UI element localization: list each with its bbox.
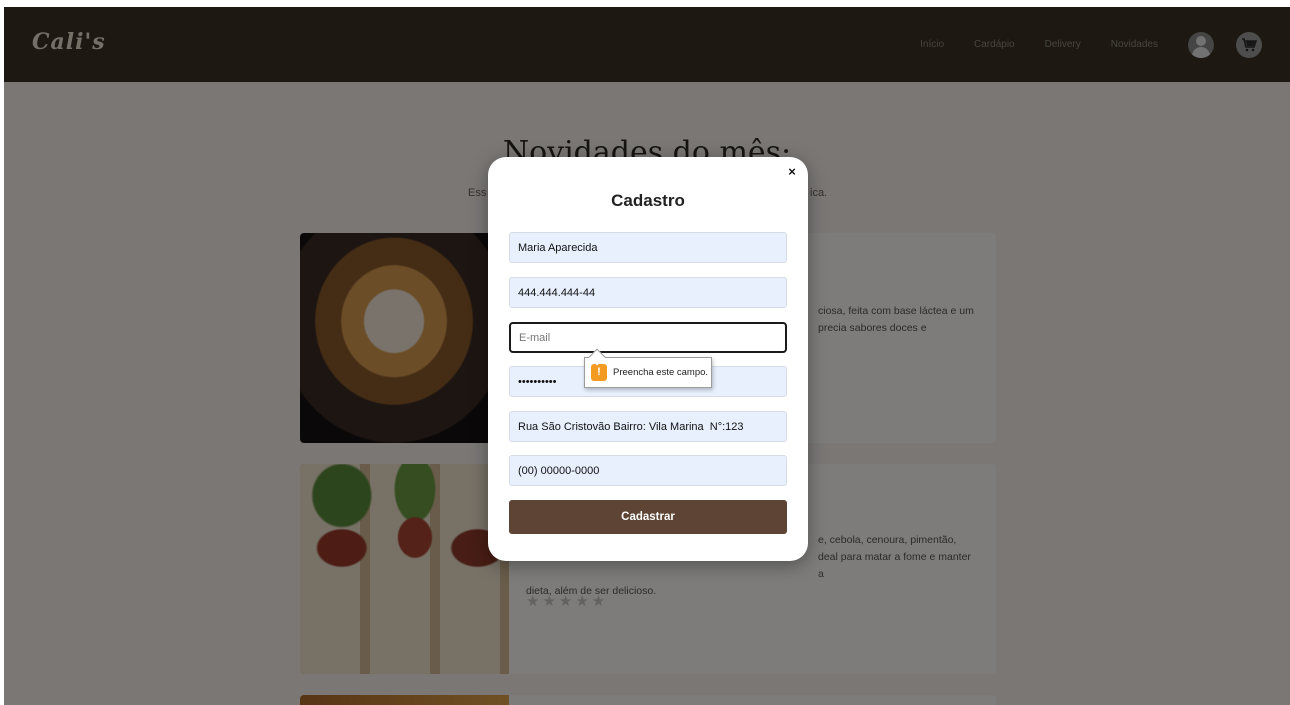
cpf-field[interactable] bbox=[509, 277, 787, 308]
name-field[interactable] bbox=[509, 232, 787, 263]
validation-tooltip: ! Preencha este campo. bbox=[584, 348, 712, 388]
warning-icon: ! bbox=[591, 364, 607, 381]
address-field[interactable] bbox=[509, 411, 787, 442]
phone-field[interactable] bbox=[509, 455, 787, 486]
tooltip-text: Preencha este campo. bbox=[613, 367, 709, 378]
email-field[interactable] bbox=[509, 322, 787, 353]
modal-title: Cadastro bbox=[611, 191, 685, 210]
close-icon[interactable]: × bbox=[785, 165, 799, 179]
submit-button[interactable]: Cadastrar bbox=[509, 500, 787, 534]
